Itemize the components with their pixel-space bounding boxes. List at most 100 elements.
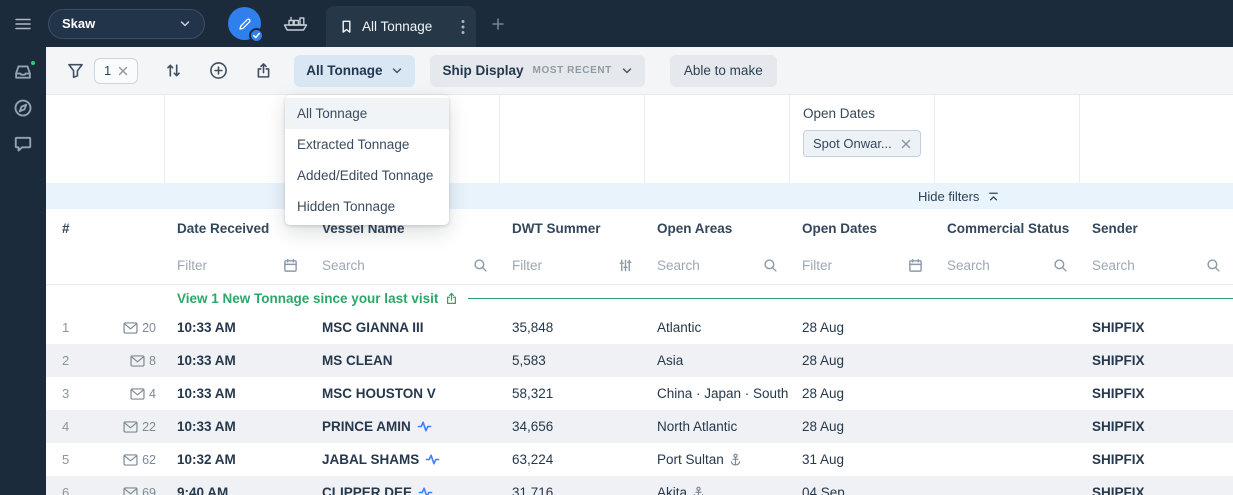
open-dates-cell: 28 Aug [802,320,845,335]
dwt-summer-cell: 58,321 [512,386,554,401]
open-dates-chip-label: Spot Onwar... [813,136,892,151]
share-up-icon [447,292,457,304]
sidebar-inbox-button[interactable] [13,59,37,82]
chevron-down-icon [622,67,632,73]
row-number: 6 [62,485,70,495]
mail-count-value: 62 [142,452,156,467]
open-areas-value: North Atlantic [657,419,738,434]
clear-filter-button[interactable] [118,66,128,76]
row-number: 2 [62,353,70,368]
tonnage-view-dropdown[interactable]: All Tonnage [294,54,416,87]
pencil-icon [238,18,251,30]
search-icon[interactable] [473,258,488,273]
export-icon [257,63,270,78]
sender-search-input[interactable] [1092,258,1200,273]
table-row[interactable]: 2 8 10:33 AM MS CLEAN 5,583 Asia 28 Aug … [46,344,1233,377]
open-dates-filter-chip[interactable]: Spot Onwar... [803,130,921,157]
chevron-down-icon [393,67,402,73]
column-header-open-dates[interactable]: Open Dates [790,221,935,236]
table-row[interactable]: 6 69 9:40 AM CLIPPER DEE 31,716 Akita 04… [46,476,1233,495]
sliders-icon[interactable] [618,258,633,273]
filter-cell-sender [1080,258,1233,273]
workspace-selector[interactable]: Skaw [48,8,205,39]
open-areas-value: China · Japan · South [657,386,789,401]
tonnage-view-value: All Tonnage [306,63,383,78]
menu-item-added-edited-tonnage[interactable]: Added/Edited Tonnage [285,160,449,191]
unread-mail-count: 69 [123,486,156,495]
search-icon[interactable] [1053,258,1068,273]
active-filter-chip[interactable]: 1 [94,57,139,84]
export-button[interactable] [255,62,272,79]
hide-filters-button[interactable]: Hide filters [918,183,1000,209]
able-to-make-button[interactable]: Able to make [669,54,777,87]
sidebar-compass-button[interactable] [13,98,33,118]
filter-panel-cell [935,95,1080,183]
row-index-cell: 5 62 [46,452,165,467]
table-row[interactable]: 5 62 10:32 AM JABAL SHAMS 63,224 Port Su… [46,443,1233,476]
menu-item-extracted-tonnage[interactable]: Extracted Tonnage [285,129,449,160]
table-row[interactable]: 4 22 10:33 AM PRINCE AMIN 34,656 North A… [46,410,1233,443]
envelope-icon [130,354,145,367]
search-icon[interactable] [1206,258,1221,273]
tab-label: All Tonnage [362,19,433,34]
open-areas-cell: China · Japan · South [645,386,790,401]
hamburger-menu-button[interactable] [0,15,46,33]
open-dates-filter-input[interactable] [802,258,902,273]
ship-button[interactable] [282,13,309,34]
open-areas-search-input[interactable] [657,258,757,273]
table-filter-row [46,247,1233,285]
open-areas-cell: Akita [645,485,790,495]
sort-button[interactable] [165,62,182,79]
sender-cell: SHIPFIX [1092,320,1145,335]
calendar-icon[interactable] [283,258,298,273]
funnel-icon [68,63,83,79]
unread-mail-count: 20 [123,321,156,335]
table-row[interactable]: 1 20 10:33 AM MSC GIANNA III 35,848 Atla… [46,311,1233,344]
vessel-name-search-input[interactable] [322,258,467,273]
close-icon [119,66,128,75]
dwt-summer-filter-input[interactable] [512,258,612,273]
vessel-name: MSC GIANNA III [322,320,424,335]
ship-display-label: Ship Display [442,63,524,78]
dwt-summer-cell: 34,656 [512,419,554,434]
column-header-dwt-summer[interactable]: DWT Summer [500,221,645,236]
column-header-open-areas[interactable]: Open Areas [645,221,790,236]
filter-cell-open-areas [645,258,790,273]
date-received-cell: 10:32 AM [177,452,236,467]
toolbar: 1 All Tonnage Ship Display MOST RECENT A… [46,47,1233,95]
compose-button[interactable] [228,7,264,43]
date-received-filter-input[interactable] [177,258,277,273]
pulse-icon [417,421,432,432]
column-header-commercial-status[interactable]: Commercial Status [935,221,1080,236]
plus-circle-icon [210,62,228,79]
commercial-status-search-input[interactable] [947,258,1047,273]
check-badge [249,28,264,43]
menu-item-all-tonnage[interactable]: All Tonnage [285,98,449,129]
ship-display-dropdown[interactable]: Ship Display MOST RECENT [430,54,645,87]
search-icon[interactable] [763,258,778,273]
new-tonnage-link[interactable]: View 1 New Tonnage since your last visit [177,291,458,306]
column-header-sender[interactable]: Sender [1080,221,1233,236]
add-button[interactable] [209,61,228,80]
dwt-summer-cell: 31,716 [512,485,554,495]
new-tab-button[interactable] [490,16,506,32]
filter-count: 1 [104,63,112,78]
remove-chip-button[interactable] [901,139,911,149]
open-areas-cell: North Atlantic [645,419,790,434]
row-index-cell: 2 8 [46,353,165,368]
filter-cell-date-received [165,258,310,273]
filter-panel-cell [500,95,645,183]
filter-cell-open-dates [790,258,935,273]
tab-options-button[interactable] [459,17,467,37]
filter-button[interactable] [67,62,84,79]
sender-cell: SHIPFIX [1092,353,1145,368]
sidebar-chat-button[interactable] [13,134,33,154]
calendar-icon[interactable] [908,258,923,273]
column-header-index[interactable]: # [46,221,165,236]
menu-item-hidden-tonnage[interactable]: Hidden Tonnage [285,191,449,222]
table-row[interactable]: 3 4 10:33 AM MSC HOUSTON V 58,321 China … [46,377,1233,410]
envelope-icon [130,387,145,400]
date-received-cell: 10:33 AM [177,353,236,368]
tab-all-tonnage[interactable]: All Tonnage [326,6,476,47]
chat-icon [14,136,32,152]
